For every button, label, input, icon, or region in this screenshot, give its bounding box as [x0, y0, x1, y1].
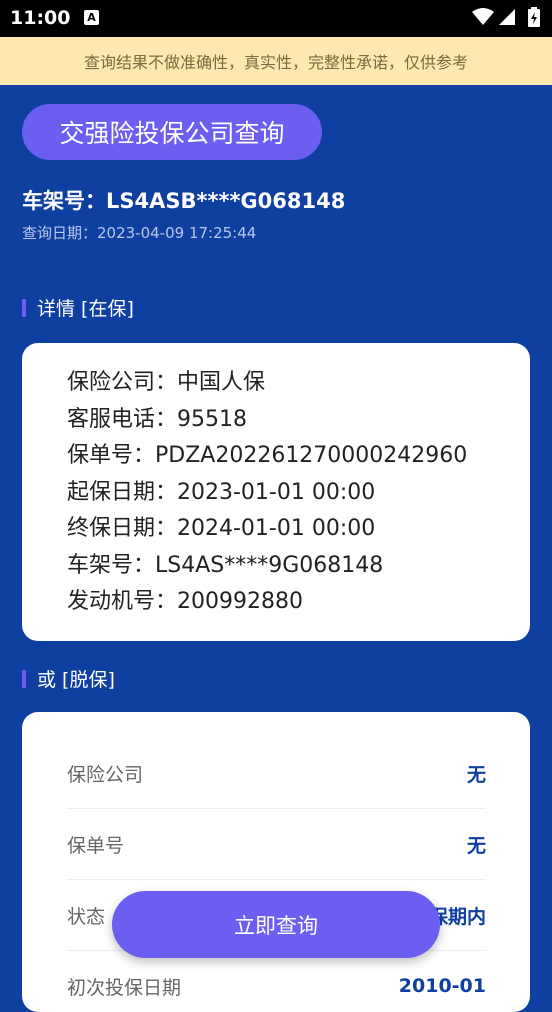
notification-icon: A	[84, 10, 99, 25]
query-date: 查询日期：2023-04-09 17:25:44	[22, 224, 257, 242]
field-value: 2010-01	[398, 975, 486, 997]
section-heading-insured: 详情 [在保]	[22, 294, 134, 321]
query-now-label: 立即查询	[234, 913, 318, 938]
status-bar: 11:00 A	[0, 0, 552, 37]
section-marker	[22, 298, 26, 317]
page-title-pill: 交强险投保公司查询	[22, 104, 322, 160]
field-value: 无	[466, 834, 486, 857]
section-marker	[22, 669, 26, 688]
disclaimer-banner: 查询结果不做准确性，真实性，完整性承诺，仅供参考	[0, 37, 552, 85]
query-now-button[interactable]: 立即查询	[112, 891, 440, 958]
detail-engine-number: 发动机号：200992880	[67, 589, 303, 614]
field-label: 状态	[67, 905, 106, 928]
list-item: 保单号 无	[67, 809, 486, 880]
page-title: 交强险投保公司查询	[59, 119, 285, 148]
signal-icon	[499, 9, 515, 25]
insured-details-list: 保险公司：中国人保 客服电话：95518 保单号：PDZA20226127000…	[67, 365, 467, 621]
section-heading-lapsed: 或 [脱保]	[22, 665, 115, 692]
insured-details-card: 保险公司：中国人保 客服电话：95518 保单号：PDZA20226127000…	[22, 343, 530, 641]
field-label: 保险公司	[67, 763, 144, 786]
lapsed-details-card: 保险公司 无 保单号 无 状态 保期内 初次投保日期 2010-01	[22, 712, 530, 1012]
vin-number: 车架号：LS4ASB****G068148	[22, 189, 346, 213]
detail-end-date: 终保日期：2024-01-01 00:00	[67, 516, 376, 541]
disclaimer-text: 查询结果不做准确性，真实性，完整性承诺，仅供参考	[83, 53, 468, 72]
field-label: 保单号	[67, 834, 125, 857]
list-item: 保险公司 无	[67, 738, 486, 809]
battery-charging-icon	[528, 7, 540, 27]
detail-policy-number: 保单号：PDZA202261270000242960	[67, 443, 468, 468]
detail-insurer: 保险公司：中国人保	[67, 370, 266, 395]
list-item: 初次投保日期 2010-01	[67, 951, 486, 1012]
detail-start-date: 起保日期：2023-01-01 00:00	[67, 479, 376, 505]
section-heading-insured-label: 详情 [在保]	[37, 298, 134, 320]
field-value: 无	[466, 763, 486, 786]
field-label: 初次投保日期	[67, 976, 182, 999]
detail-vin: 车架号：LS4AS****9G068148	[67, 552, 384, 578]
status-time: 11:00	[10, 7, 71, 29]
detail-service-phone: 客服电话：95518	[67, 406, 247, 432]
section-heading-lapsed-label: 或 [脱保]	[37, 669, 115, 691]
wifi-icon	[472, 8, 494, 25]
